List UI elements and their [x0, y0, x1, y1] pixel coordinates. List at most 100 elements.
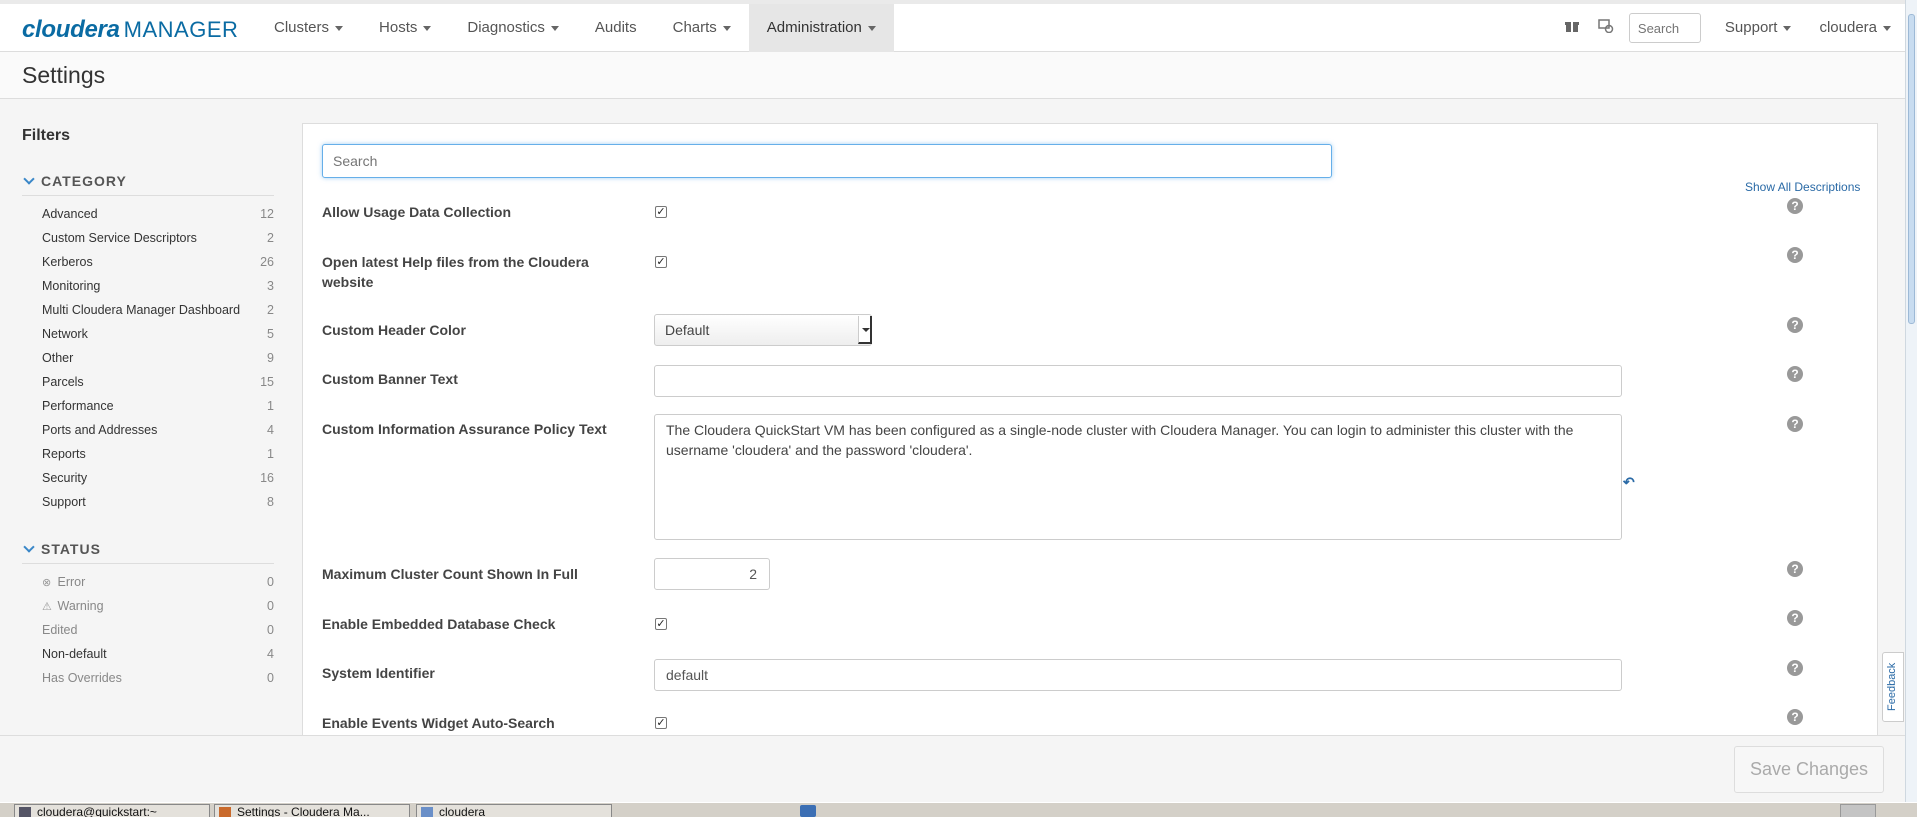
usage-data-label: Allow Usage Data Collection	[322, 204, 512, 220]
filter-label: Multi Cloudera Manager Dashboard	[42, 303, 241, 317]
embedded-db-label: Enable Embedded Database Check	[322, 616, 556, 632]
top-search-input[interactable]	[1628, 13, 1701, 43]
max-cluster-input[interactable]: 2	[654, 558, 770, 590]
taskbar-item-browser[interactable]: Settings - Cloudera Ma...	[214, 804, 410, 817]
filter-status-has-overrides[interactable]: Has Overrides 0	[42, 671, 274, 695]
filter-category-security[interactable]: Security 16	[42, 471, 274, 495]
filter-label: Advanced	[42, 207, 98, 221]
filter-count: 3	[267, 279, 274, 293]
status-group-header[interactable]: STATUS	[22, 541, 274, 564]
embedded-db-checkbox[interactable]: ✓	[655, 618, 667, 630]
workspace-icon[interactable]	[800, 805, 816, 817]
help-icon[interactable]: ?	[1787, 247, 1803, 263]
taskbar-label: cloudera	[439, 805, 486, 817]
nav-support-label: Support	[1724, 19, 1778, 36]
filter-count: 26	[260, 255, 274, 269]
filter-category-performance[interactable]: Performance 1	[42, 399, 274, 423]
filter-category-multi-cm-dashboard[interactable]: Multi Cloudera Manager Dashboard 2	[42, 303, 274, 327]
filter-category-other[interactable]: Other 9	[42, 351, 274, 375]
nav-support[interactable]: Support	[1711, 4, 1806, 52]
folder-icon	[421, 807, 433, 817]
filter-category-support[interactable]: Support 8	[42, 495, 274, 519]
system-id-label: System Identifier	[322, 665, 435, 681]
help-icon[interactable]: ?	[1787, 660, 1803, 676]
filter-count: 0	[267, 623, 274, 637]
nav-clusters[interactable]: Clusters	[256, 4, 361, 52]
undo-icon[interactable]: ↶	[1623, 474, 1635, 491]
header-color-label: Custom Header Color	[322, 322, 466, 338]
filter-label: Parcels	[42, 375, 84, 389]
filter-label: Other	[42, 351, 74, 365]
nav-diagnostics[interactable]: Diagnostics	[449, 4, 577, 52]
filter-count: 1	[267, 399, 274, 413]
feedback-tab[interactable]: Feedback	[1882, 652, 1904, 722]
filter-count: 0	[267, 599, 274, 613]
filter-status-non-default[interactable]: Non-default 4	[42, 647, 274, 671]
help-icon[interactable]: ?	[1787, 561, 1803, 577]
help-icon[interactable]: ?	[1787, 709, 1803, 725]
help-files-checkbox[interactable]: ✓	[655, 256, 667, 268]
filter-category-network[interactable]: Network 5	[42, 327, 274, 351]
filter-status-edited[interactable]: Edited 0	[42, 623, 274, 647]
gift-icon[interactable]	[1555, 19, 1589, 37]
page-scrollbar[interactable]	[1905, 0, 1917, 802]
banner-text-input[interactable]	[654, 365, 1622, 397]
header-color-select[interactable]: Default	[654, 314, 872, 346]
chevron-down-icon	[335, 25, 344, 31]
filter-label: Ports and Addresses	[42, 423, 158, 437]
filter-count: 2	[267, 231, 274, 245]
filter-category-ports-and-addresses[interactable]: Ports and Addresses 4	[42, 423, 274, 447]
events-widget-checkbox[interactable]: ✓	[655, 717, 667, 729]
page: cloudera MANAGER Clusters Hosts Diagnosti…	[0, 0, 1917, 817]
nav-charts[interactable]: Charts	[655, 4, 749, 52]
filter-label: Warning	[57, 599, 104, 613]
filter-label: Edited	[42, 623, 78, 637]
running-commands-icon[interactable]	[1589, 19, 1623, 37]
settings-search-input[interactable]	[322, 144, 1332, 178]
nav-hosts-label: Hosts	[379, 19, 418, 36]
status-title: STATUS	[41, 541, 101, 557]
filter-category-parcels[interactable]: Parcels 15	[42, 375, 274, 399]
nav-user-menu[interactable]: cloudera	[1805, 4, 1905, 52]
filters-title: Filters	[22, 127, 71, 144]
help-icon[interactable]: ?	[1787, 198, 1803, 214]
show-all-descriptions-link[interactable]: Show All Descriptions	[1745, 180, 1860, 194]
category-group-header[interactable]: CATEGORY	[22, 173, 274, 196]
nav-hosts[interactable]: Hosts	[361, 4, 449, 52]
cloudera-manager-logo[interactable]: cloudera MANAGER	[22, 16, 238, 44]
filter-label: Reports	[42, 447, 86, 461]
filter-count: 9	[267, 351, 274, 365]
main-nav: Clusters Hosts Diagnostics Audits Charts…	[256, 4, 894, 52]
nav-audits-label: Audits	[594, 19, 637, 36]
filter-category-advanced[interactable]: Advanced 12	[42, 207, 274, 231]
filter-category-monitoring[interactable]: Monitoring 3	[42, 279, 274, 303]
chevron-down-icon	[867, 25, 876, 31]
help-icon[interactable]: ?	[1787, 416, 1803, 432]
taskbar-item-terminal[interactable]: cloudera@quickstart:~	[14, 804, 210, 817]
filter-count: 8	[267, 495, 274, 509]
filter-status-error[interactable]: ⊗ Error 0	[42, 575, 274, 599]
scrollbar-thumb[interactable]	[1908, 14, 1915, 324]
filter-category-reports[interactable]: Reports 1	[42, 447, 274, 471]
filter-count: 0	[267, 575, 274, 589]
usage-data-checkbox[interactable]: ✓	[655, 206, 667, 218]
filter-count: 16	[260, 471, 274, 485]
chevron-down-icon	[858, 316, 872, 344]
taskbar-item-folder[interactable]: cloudera	[416, 804, 612, 817]
help-icon[interactable]: ?	[1787, 317, 1803, 333]
nav-audits[interactable]: Audits	[577, 4, 655, 52]
save-changes-button[interactable]: Save Changes	[1734, 746, 1884, 793]
filter-count: 15	[260, 375, 274, 389]
help-icon[interactable]: ?	[1787, 610, 1803, 626]
taskbar-label: Settings - Cloudera Ma...	[237, 805, 370, 817]
policy-textarea[interactable]: The Cloudera QuickStart VM has been conf…	[654, 414, 1622, 540]
system-id-input[interactable]: default	[654, 659, 1622, 691]
nav-administration[interactable]: Administration	[748, 4, 894, 52]
os-taskbar: cloudera@quickstart:~ Settings - Clouder…	[0, 802, 1917, 817]
help-icon[interactable]: ?	[1787, 366, 1803, 382]
banner-text-label: Custom Banner Text	[322, 371, 458, 387]
filter-status-warning[interactable]: ⚠ Warning 0	[42, 599, 274, 623]
filter-category-custom-service-descriptors[interactable]: Custom Service Descriptors 2	[42, 231, 274, 255]
logo-product: MANAGER	[123, 17, 239, 42]
filter-category-kerberos[interactable]: Kerberos 26	[42, 255, 274, 279]
